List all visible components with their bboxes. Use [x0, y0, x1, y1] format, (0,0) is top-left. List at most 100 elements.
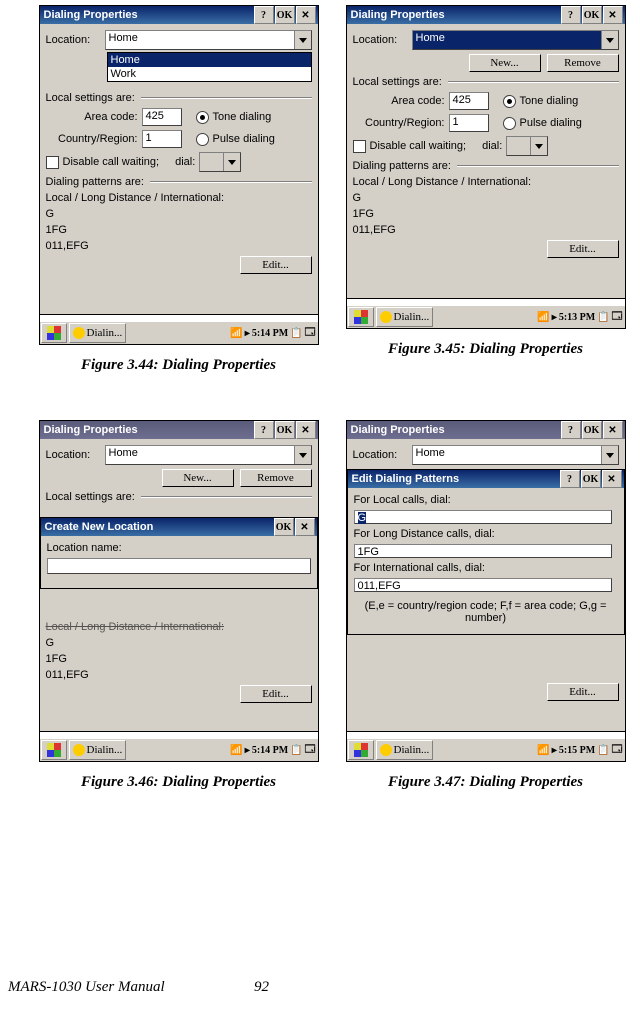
- help-button[interactable]: ?: [560, 470, 580, 488]
- start-button[interactable]: [348, 740, 374, 760]
- location-name-label: Location name:: [47, 542, 311, 554]
- titlebar: Dialing Properties ? OK ✕: [40, 421, 318, 439]
- ok-button[interactable]: OK: [582, 421, 602, 439]
- titlebar: Dialing Properties ? OK ✕: [40, 6, 318, 24]
- figure-caption: Figure 3.45: Dialing Properties: [388, 341, 583, 358]
- titlebar: Dialing Properties ? OK ✕: [347, 6, 625, 24]
- titlebar: Dialing Properties ? OK ✕: [347, 421, 625, 439]
- ok-button[interactable]: OK: [275, 6, 295, 24]
- tray-icon[interactable]: 📋: [597, 745, 609, 756]
- close-button[interactable]: ✕: [295, 518, 315, 536]
- international-field[interactable]: 011,EFG: [354, 578, 612, 592]
- pulse-radio[interactable]: [503, 117, 516, 130]
- page-footer: MARS-1030 User Manual 92: [8, 979, 620, 996]
- taskbar: Dialin... 📶▸5:15 PM📋🗔: [347, 738, 625, 761]
- tone-radio[interactable]: [503, 95, 516, 108]
- edit-button[interactable]: Edit...: [240, 685, 312, 703]
- tray-icon[interactable]: 📶: [230, 745, 242, 756]
- screenshot-345: Dialing Properties ? OK ✕ Location: Home…: [346, 5, 626, 329]
- country-label: Country/Region:: [46, 133, 138, 145]
- windows-icon: [354, 743, 368, 757]
- location-combo[interactable]: Home: [412, 445, 619, 465]
- new-button[interactable]: New...: [162, 469, 234, 487]
- app-icon: [73, 744, 85, 756]
- country-field[interactable]: 1: [449, 114, 489, 132]
- ok-button[interactable]: OK: [582, 6, 602, 24]
- remove-button[interactable]: Remove: [547, 54, 619, 72]
- local-settings-label: Local settings are:: [46, 92, 135, 104]
- area-code-field[interactable]: 425: [449, 92, 489, 110]
- chevron-down-icon[interactable]: [294, 446, 311, 464]
- clock: 5:13 PM: [559, 312, 595, 323]
- location-combo[interactable]: Home: [105, 445, 312, 465]
- tray-icon[interactable]: 📶: [537, 745, 549, 756]
- tray-icon[interactable]: 🗔: [305, 325, 316, 342]
- help-button[interactable]: ?: [254, 6, 274, 24]
- ok-button[interactable]: OK: [275, 421, 295, 439]
- start-button[interactable]: [348, 307, 374, 327]
- chevron-down-icon[interactable]: [601, 31, 618, 49]
- new-button[interactable]: New...: [469, 54, 541, 72]
- tray-icon[interactable]: 🗔: [612, 742, 623, 759]
- tray-icon[interactable]: 📋: [597, 312, 609, 323]
- area-code-field[interactable]: 425: [142, 108, 182, 126]
- tray-icon[interactable]: 🗔: [305, 742, 316, 759]
- taskbar-app[interactable]: Dialin...: [69, 323, 127, 343]
- close-button[interactable]: ✕: [603, 6, 623, 24]
- international-label: For International calls, dial:: [354, 562, 618, 574]
- manual-title: MARS-1030 User Manual: [8, 979, 165, 996]
- taskbar-app[interactable]: Dialin...: [376, 740, 434, 760]
- tray-icon[interactable]: 📋: [290, 328, 302, 339]
- clock: 5:14 PM: [252, 328, 288, 339]
- close-button[interactable]: ✕: [296, 6, 316, 24]
- dial-combo[interactable]: [199, 152, 241, 172]
- country-field[interactable]: 1: [142, 130, 182, 148]
- long-distance-field[interactable]: 1FG: [354, 544, 612, 558]
- close-button[interactable]: ✕: [296, 421, 316, 439]
- clock: 5:15 PM: [559, 745, 595, 756]
- app-icon: [380, 311, 392, 323]
- screenshot-346: Dialing Properties ? OK ✕ Location: Home…: [39, 420, 319, 762]
- modal-titlebar: Create New Location OK ✕: [41, 518, 317, 536]
- location-dropdown[interactable]: HomeWork: [107, 52, 312, 82]
- edit-button[interactable]: Edit...: [240, 256, 312, 274]
- taskbar-app[interactable]: Dialin...: [376, 307, 434, 327]
- patterns-label: Dialing patterns are:: [46, 176, 144, 188]
- chevron-down-icon[interactable]: [601, 446, 618, 464]
- location-label: Location:: [46, 34, 101, 46]
- help-button[interactable]: ?: [254, 421, 274, 439]
- remove-button[interactable]: Remove: [240, 469, 312, 487]
- local-calls-field[interactable]: G: [354, 510, 612, 524]
- start-button[interactable]: [41, 323, 67, 343]
- edit-button[interactable]: Edit...: [547, 683, 619, 701]
- disable-waiting-checkbox[interactable]: [46, 156, 59, 169]
- help-button[interactable]: ?: [561, 421, 581, 439]
- tray-icon[interactable]: 📋: [290, 745, 302, 756]
- close-button[interactable]: ✕: [603, 421, 623, 439]
- location-combo[interactable]: Home: [105, 30, 312, 50]
- pulse-radio[interactable]: [196, 133, 209, 146]
- tone-radio[interactable]: [196, 111, 209, 124]
- tray-icon[interactable]: 📶: [537, 312, 549, 323]
- ok-button[interactable]: OK: [581, 470, 601, 488]
- start-button[interactable]: [41, 740, 67, 760]
- windows-icon: [354, 310, 368, 324]
- tray-icon[interactable]: 📶: [230, 328, 242, 339]
- ok-button[interactable]: OK: [274, 518, 294, 536]
- modal-titlebar: Edit Dialing Patterns ? OK ✕: [348, 470, 624, 488]
- dial-combo[interactable]: [506, 136, 548, 156]
- chevron-down-icon[interactable]: [294, 31, 311, 49]
- close-button[interactable]: ✕: [602, 470, 622, 488]
- taskbar: Dialin... 📶▸5:13 PM📋🗔: [347, 305, 625, 328]
- edit-button[interactable]: Edit...: [547, 240, 619, 258]
- windows-icon: [47, 743, 61, 757]
- tray-icon[interactable]: 🗔: [612, 309, 623, 326]
- hint-text: (E,e = country/region code; F,f = area c…: [354, 596, 618, 628]
- taskbar-app[interactable]: Dialin...: [69, 740, 127, 760]
- location-combo[interactable]: Home: [412, 30, 619, 50]
- help-button[interactable]: ?: [561, 6, 581, 24]
- long-distance-label: For Long Distance calls, dial:: [354, 528, 618, 540]
- location-name-field[interactable]: [47, 558, 311, 574]
- window-title: Dialing Properties: [42, 9, 253, 21]
- disable-waiting-checkbox[interactable]: [353, 140, 366, 153]
